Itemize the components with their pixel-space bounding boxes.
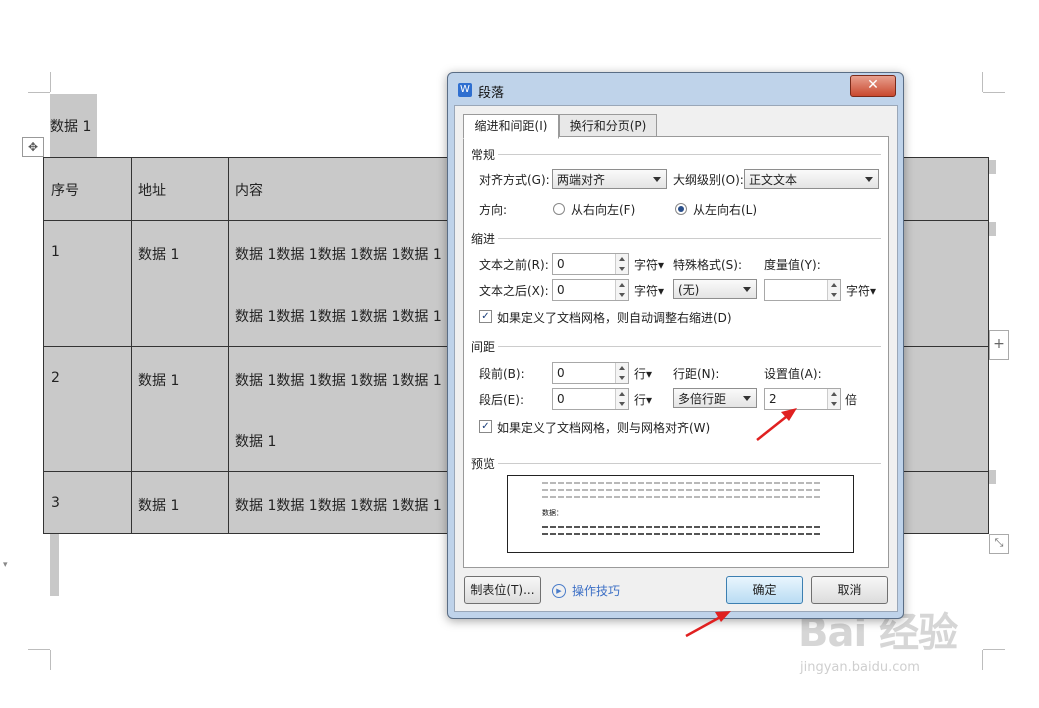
annotation-arrows <box>685 408 797 638</box>
annotation-arrow-setting <box>756 408 797 441</box>
tab-indent-spacing[interactable]: 缩进和间距(I) <box>463 114 559 139</box>
annotation-arrow-ok <box>685 611 731 638</box>
